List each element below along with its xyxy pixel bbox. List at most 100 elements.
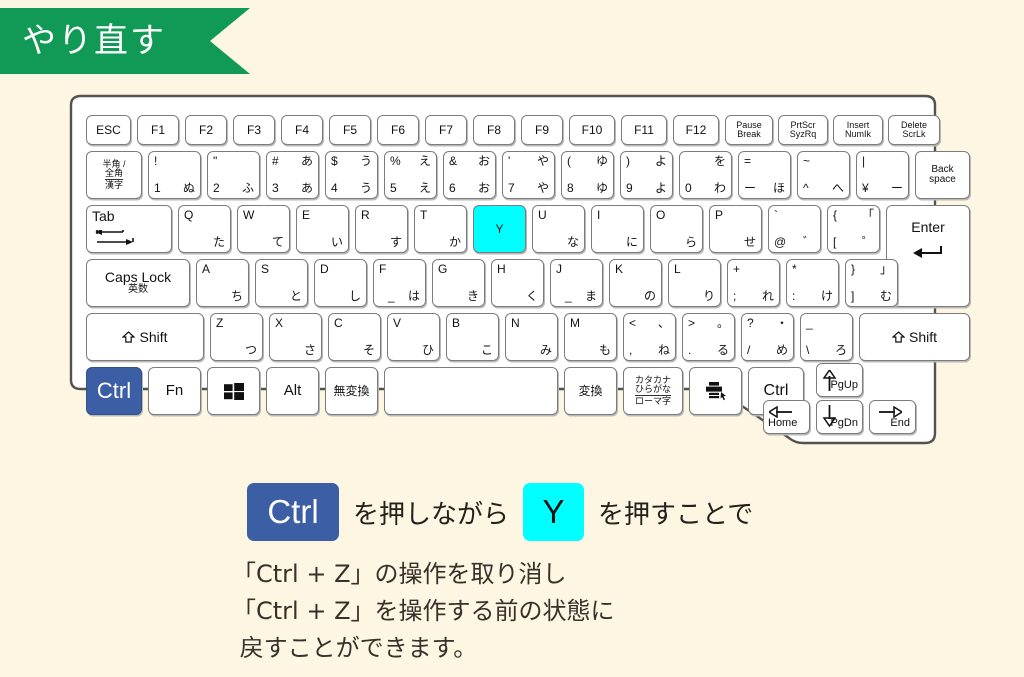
key-f1[interactable]: F1 bbox=[137, 115, 179, 145]
key-x[interactable]: X さ bbox=[269, 313, 322, 361]
key-enter[interactable]: Enter bbox=[886, 205, 970, 307]
key-f8[interactable]: F8 bbox=[473, 115, 515, 145]
key-slash[interactable]: ? ・ / め bbox=[741, 313, 794, 361]
key-z[interactable]: Z つ bbox=[210, 313, 263, 361]
key-esc[interactable]: ESC bbox=[86, 115, 131, 145]
key-arrow-down-pgdn[interactable]: PgDn bbox=[816, 400, 863, 434]
keyboard-illustration: ESC F1 F2 F3 F4 F5 F6 F7 F8 F9 F10 F11 F… bbox=[63, 93, 970, 468]
key-katakana-hiragana-romaji[interactable]: カタカナ ひらがな ローマ字 bbox=[623, 367, 683, 415]
key-9[interactable]: ) よ 9 よ bbox=[620, 151, 673, 199]
key-pause-break[interactable]: Pause Break bbox=[725, 115, 773, 145]
key-f9[interactable]: F9 bbox=[521, 115, 563, 145]
key-e[interactable]: E い bbox=[296, 205, 349, 253]
key-i[interactable]: I に bbox=[591, 205, 644, 253]
key-f4[interactable]: F4 bbox=[281, 115, 323, 145]
description-line-2: 「Ctrl + Z」を操作する前の状態に bbox=[232, 597, 615, 626]
caption-row: Ctrl を押しながら Y を押すことで bbox=[247, 483, 753, 541]
key-comma[interactable]: < 、 , ね bbox=[623, 313, 676, 361]
key-menu[interactable] bbox=[689, 367, 742, 415]
key-f10[interactable]: F10 bbox=[569, 115, 615, 145]
key-d[interactable]: D し bbox=[314, 259, 367, 307]
key-fn[interactable]: Fn bbox=[148, 367, 201, 415]
key-7[interactable]: ' や 7 や bbox=[502, 151, 555, 199]
key-left-shift[interactable]: Shift bbox=[86, 313, 204, 361]
key-arrow-left-home[interactable]: Home bbox=[763, 400, 810, 434]
key-f6[interactable]: F6 bbox=[377, 115, 419, 145]
key-at[interactable]: ` @ ゛ bbox=[768, 205, 821, 253]
key-colon[interactable]: * : け bbox=[786, 259, 839, 307]
key-c[interactable]: C そ bbox=[328, 313, 381, 361]
key-f[interactable]: F _ は bbox=[373, 259, 426, 307]
key-f2[interactable]: F2 bbox=[185, 115, 227, 145]
key-o[interactable]: O ら bbox=[650, 205, 703, 253]
key-f7[interactable]: F7 bbox=[425, 115, 467, 145]
key-arrow-right-end[interactable]: End bbox=[869, 400, 916, 434]
key-2[interactable]: " 2 ふ bbox=[207, 151, 260, 199]
key-katakana-l3: ローマ字 bbox=[634, 394, 671, 406]
key-y-highlighted[interactable]: Y bbox=[473, 205, 526, 253]
key-w[interactable]: W て bbox=[237, 205, 290, 253]
key-t[interactable]: T か bbox=[414, 205, 467, 253]
shift-arrow-icon bbox=[891, 331, 905, 343]
key-n[interactable]: N み bbox=[505, 313, 558, 361]
key-j[interactable]: J _ ま bbox=[550, 259, 603, 307]
key-s[interactable]: S と bbox=[255, 259, 308, 307]
key-m[interactable]: M も bbox=[564, 313, 617, 361]
key-alt[interactable]: Alt bbox=[266, 367, 319, 415]
key-space[interactable] bbox=[384, 367, 558, 415]
key-k[interactable]: K の bbox=[609, 259, 662, 307]
key-prtscr-syzrq[interactable]: PrtScr SyzRq bbox=[778, 115, 828, 145]
key-pause-sub: Break bbox=[737, 129, 761, 139]
keyboard-keys: ESC F1 F2 F3 F4 F5 F6 F7 F8 F9 F10 F11 F… bbox=[63, 93, 970, 468]
key-windows[interactable] bbox=[207, 367, 260, 415]
key-period[interactable]: > 。 . る bbox=[682, 313, 735, 361]
key-f3[interactable]: F3 bbox=[233, 115, 275, 145]
key-bracket-close[interactable]: } 」 ] む bbox=[845, 259, 898, 307]
key-b[interactable]: B こ bbox=[446, 313, 499, 361]
key-4[interactable]: $ う 4 う bbox=[325, 151, 378, 199]
key-capslock-l2: 英数 bbox=[128, 284, 148, 296]
key-minus[interactable]: = ー ほ bbox=[738, 151, 791, 199]
key-yen[interactable]: | ¥ ー bbox=[856, 151, 909, 199]
description-line-3: 戻すことができます。 bbox=[232, 634, 478, 663]
key-backspace[interactable]: Back space bbox=[915, 151, 970, 199]
key-p[interactable]: P せ bbox=[709, 205, 762, 253]
key-1[interactable]: ! 1 ぬ bbox=[148, 151, 201, 199]
key-f12[interactable]: F12 bbox=[673, 115, 719, 145]
key-muhenkan[interactable]: 無変換 bbox=[325, 367, 378, 415]
key-ro[interactable]: _ \ ろ bbox=[800, 313, 853, 361]
caption-ctrl-chip: Ctrl bbox=[247, 483, 339, 541]
key-0[interactable]: を 0 わ bbox=[679, 151, 732, 199]
key-f5[interactable]: F5 bbox=[329, 115, 371, 145]
ribbon-title: やり直す bbox=[22, 21, 166, 61]
key-left-ctrl-highlighted[interactable]: Ctrl bbox=[86, 367, 142, 415]
key-bracket-open[interactable]: { 「 [ ゜ bbox=[827, 205, 880, 253]
shift-arrow-icon bbox=[122, 331, 136, 343]
key-hankaku-zenkaku-kanji[interactable]: 半角 / 全角 漢字 bbox=[86, 151, 142, 199]
key-h[interactable]: H く bbox=[491, 259, 544, 307]
key-5[interactable]: % え 5 え bbox=[384, 151, 437, 199]
key-r[interactable]: R す bbox=[355, 205, 408, 253]
key-q[interactable]: Q た bbox=[178, 205, 231, 253]
key-right-shift[interactable]: Shift bbox=[859, 313, 970, 361]
description-text: 「Ctrl + Z」の操作を取り消し 「Ctrl + Z」を操作する前の状態に … bbox=[232, 556, 615, 668]
key-arrow-up-pgup[interactable]: PgUp bbox=[816, 363, 863, 397]
key-l[interactable]: L り bbox=[668, 259, 721, 307]
key-henkan[interactable]: 変換 bbox=[564, 367, 617, 415]
key-delete-scrlk[interactable]: Delete ScrLk bbox=[888, 115, 940, 145]
key-caret[interactable]: ~ ^ へ bbox=[797, 151, 850, 199]
key-insert-numlk[interactable]: Insert NumIk bbox=[833, 115, 883, 145]
key-caps-lock[interactable]: Caps Lock 英数 bbox=[86, 259, 190, 307]
key-v[interactable]: V ひ bbox=[387, 313, 440, 361]
key-3[interactable]: # あ 3 あ bbox=[266, 151, 319, 199]
key-g[interactable]: G き bbox=[432, 259, 485, 307]
key-u[interactable]: U な bbox=[532, 205, 585, 253]
key-8[interactable]: ( ゆ 8 ゆ bbox=[561, 151, 614, 199]
key-tab[interactable]: Tab bbox=[86, 205, 172, 253]
key-insert-sub: NumIk bbox=[844, 129, 871, 139]
key-katakana-l2: ひらがな bbox=[634, 384, 671, 395]
key-6[interactable]: & お 6 お bbox=[443, 151, 496, 199]
key-semicolon[interactable]: + ; れ bbox=[727, 259, 780, 307]
key-a[interactable]: A ち bbox=[196, 259, 249, 307]
key-f11[interactable]: F11 bbox=[621, 115, 667, 145]
